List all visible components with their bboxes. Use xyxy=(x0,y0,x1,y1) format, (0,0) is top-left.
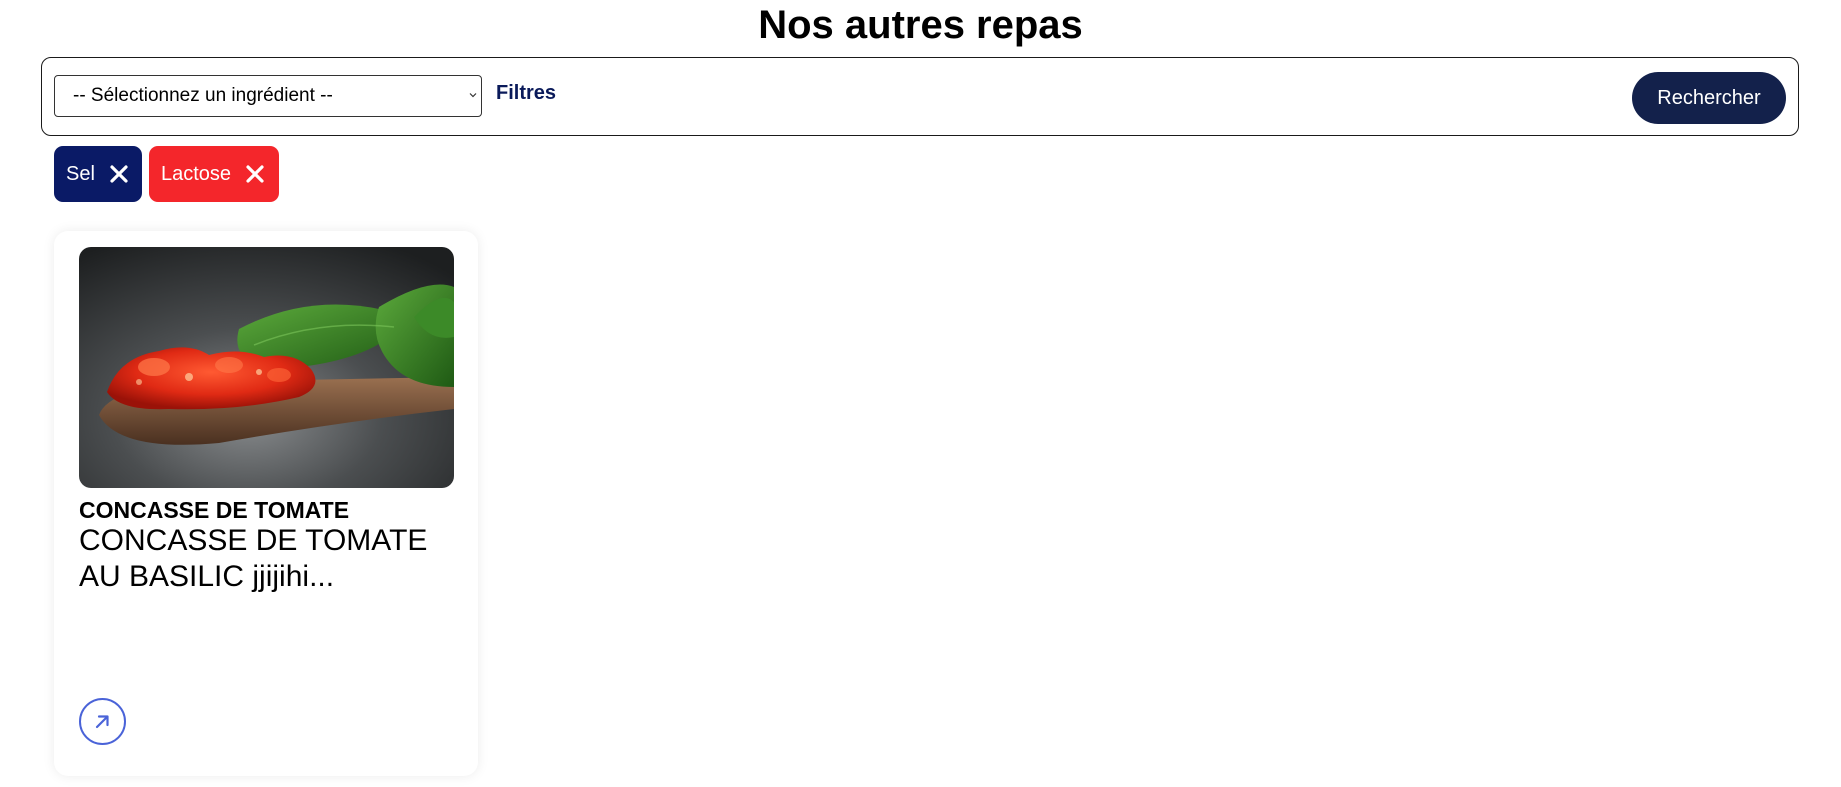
ingredient-select-value: -- Sélectionnez un ingrédient -- xyxy=(73,85,333,106)
chevron-down-icon xyxy=(469,93,477,98)
filter-bar: -- Sélectionnez un ingrédient -- Filtres… xyxy=(41,57,1799,136)
meal-card: CONCASSE DE TOMATE CONCASSE DE TOMATE AU… xyxy=(54,231,478,776)
arrow-up-right-icon xyxy=(95,715,109,729)
close-icon[interactable] xyxy=(109,164,129,184)
filters-label: Filtres xyxy=(496,82,557,104)
filter-tag-label: Lactose xyxy=(161,163,232,185)
meal-description: CONCASSE DE TOMATE AU BASILIC jjijihi... xyxy=(79,524,428,593)
meal-category: CONCASSE DE TOMATE xyxy=(79,497,350,523)
search-button[interactable]: Rechercher xyxy=(1632,72,1786,124)
filter-tag-lactose: Lactose xyxy=(149,146,279,202)
ingredient-select[interactable]: -- Sélectionnez un ingrédient -- xyxy=(54,75,482,117)
filter-tag-label: Sel xyxy=(66,163,95,185)
meal-image xyxy=(79,247,454,488)
close-icon[interactable] xyxy=(245,164,265,184)
filter-tag-sel: Sel xyxy=(54,146,142,202)
page-title: Nos autres repas xyxy=(758,3,1083,47)
open-meal-button[interactable] xyxy=(79,698,126,745)
